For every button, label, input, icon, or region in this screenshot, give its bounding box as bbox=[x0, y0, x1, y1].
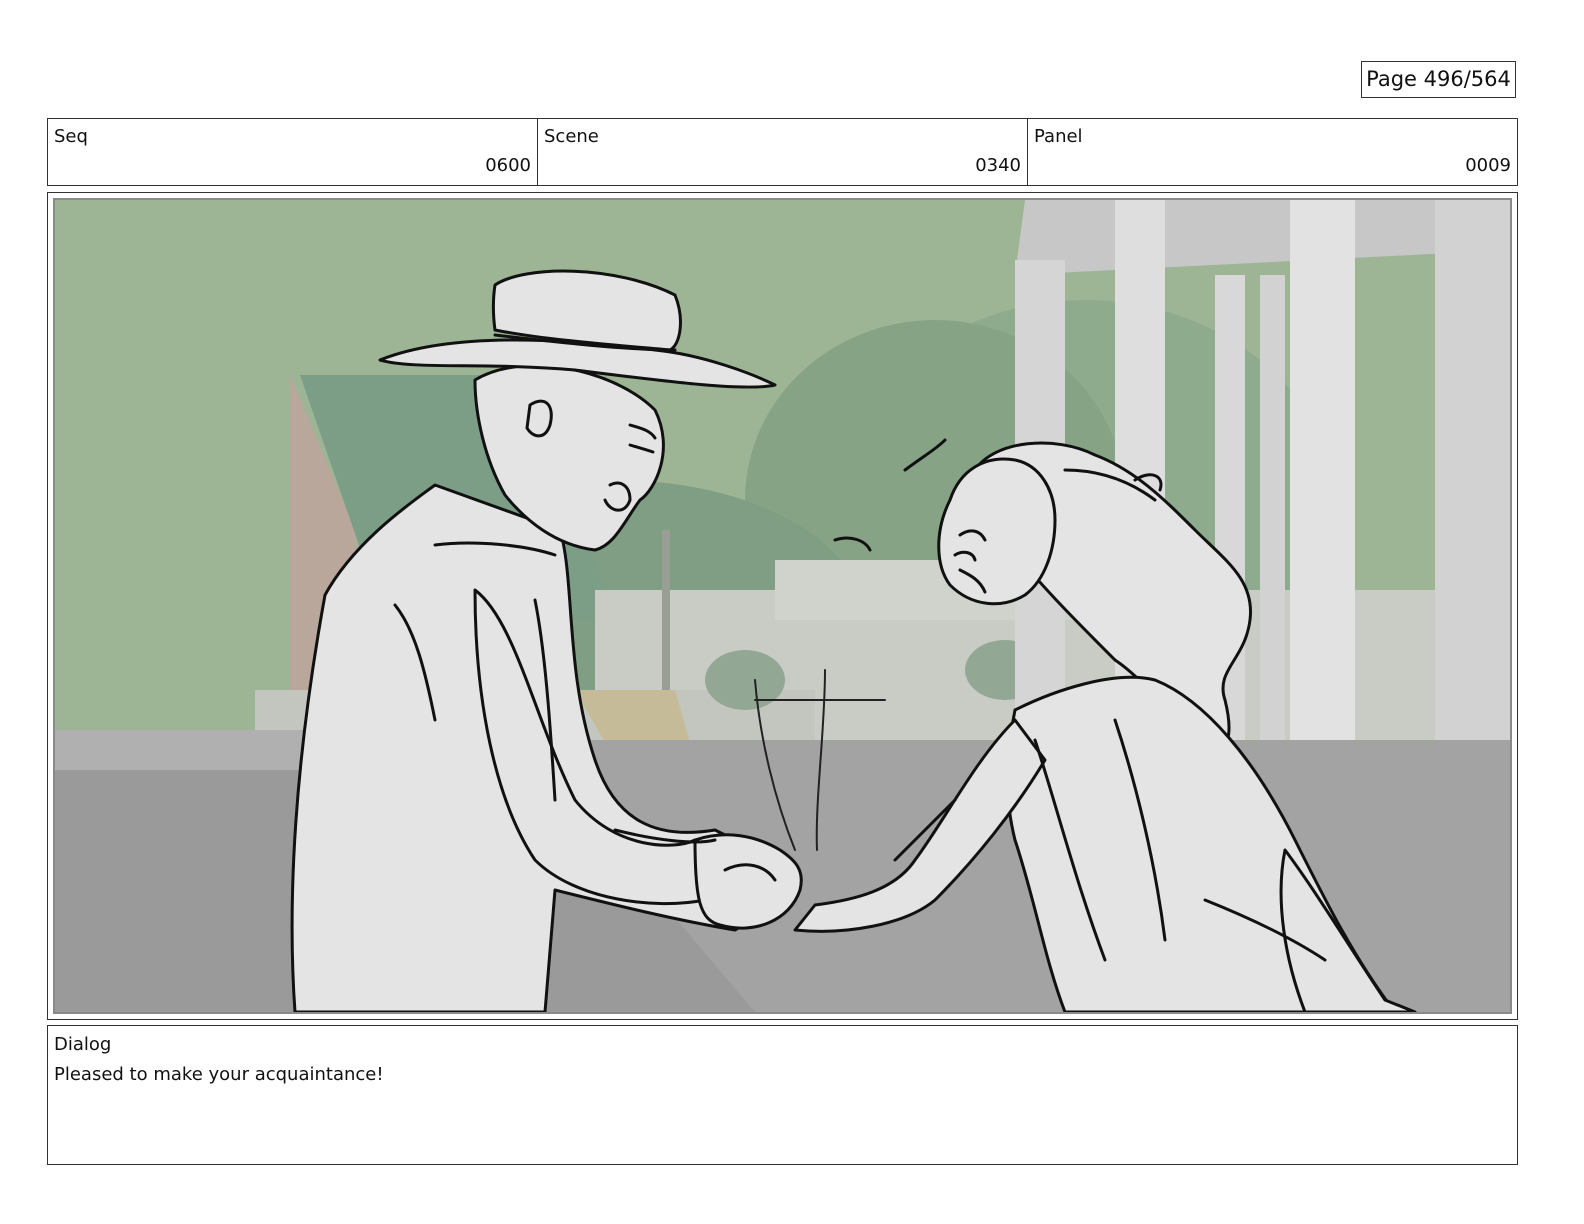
seq-cell: Seq 0600 bbox=[48, 119, 538, 185]
scene-value: 0340 bbox=[975, 155, 1021, 176]
seq-label: Seq bbox=[54, 126, 88, 147]
dialog-text: Pleased to make your acquaintance! bbox=[54, 1064, 384, 1085]
scene-cell: Scene 0340 bbox=[538, 119, 1028, 185]
dialog-box: Dialog Pleased to make your acquaintance… bbox=[47, 1025, 1518, 1165]
scene-label: Scene bbox=[544, 126, 599, 147]
panel-value: 0009 bbox=[1465, 155, 1511, 176]
panel-label: Panel bbox=[1034, 126, 1083, 147]
seq-value: 0600 bbox=[485, 155, 531, 176]
storyboard-sketch-image bbox=[53, 198, 1512, 1014]
panel-cell: Panel 0009 bbox=[1028, 119, 1517, 185]
dialog-label: Dialog bbox=[54, 1034, 112, 1055]
page-number: Page 496/564 bbox=[1361, 61, 1516, 98]
storyboard-panel bbox=[47, 192, 1518, 1020]
panel-header: Seq 0600 Scene 0340 Panel 0009 bbox=[47, 118, 1518, 186]
handshake-sketch-illustration bbox=[55, 200, 1510, 1012]
